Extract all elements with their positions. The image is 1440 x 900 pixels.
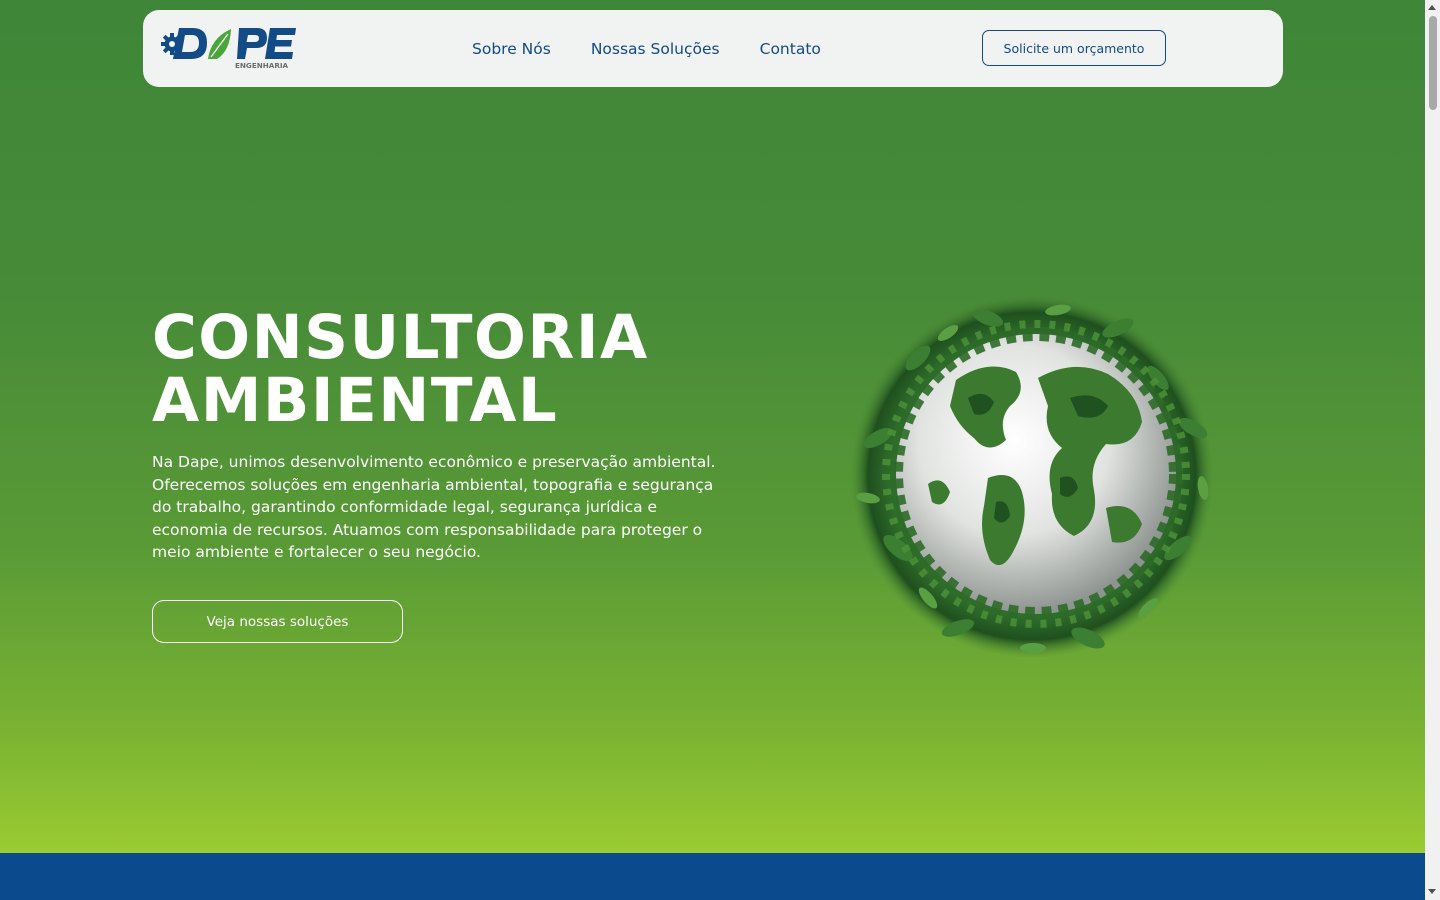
dape-logo[interactable]: ENGENHARIA bbox=[159, 26, 299, 70]
page-scrollbar[interactable] bbox=[1425, 0, 1440, 900]
globe-icon bbox=[850, 294, 1214, 658]
nav-link-sobre-nos[interactable]: Sobre Nós bbox=[472, 40, 551, 58]
nav-link-contato[interactable]: Contato bbox=[760, 40, 821, 58]
scroll-thumb[interactable] bbox=[1429, 16, 1437, 110]
next-section-band bbox=[0, 853, 1425, 900]
hero-title-line-1: CONSULTORIA bbox=[152, 302, 649, 373]
dape-logo-icon: ENGENHARIA bbox=[161, 28, 296, 70]
scroll-up-arrow-icon[interactable] bbox=[1428, 5, 1436, 10]
hero-description: Na Dape, unimos desenvolvimento econômic… bbox=[152, 453, 716, 561]
green-globe-image bbox=[838, 288, 1226, 664]
scroll-down-arrow-icon[interactable] bbox=[1428, 889, 1436, 894]
navbar: ENGENHARIA Sobre Nós Nossas Soluções Con… bbox=[143, 10, 1283, 87]
see-solutions-button[interactable]: Veja nossas soluções bbox=[152, 600, 403, 643]
logo-subtitle: ENGENHARIA bbox=[235, 61, 289, 70]
nav-link-nossas-solucoes[interactable]: Nossas Soluções bbox=[591, 40, 720, 58]
request-quote-button[interactable]: Solicite um orçamento bbox=[982, 30, 1166, 66]
hero-title-line-2: AMBIENTAL bbox=[152, 365, 559, 436]
main-nav: Sobre Nós Nossas Soluções Contato bbox=[472, 10, 821, 87]
hero-title: CONSULTORIA AMBIENTAL bbox=[152, 306, 649, 432]
